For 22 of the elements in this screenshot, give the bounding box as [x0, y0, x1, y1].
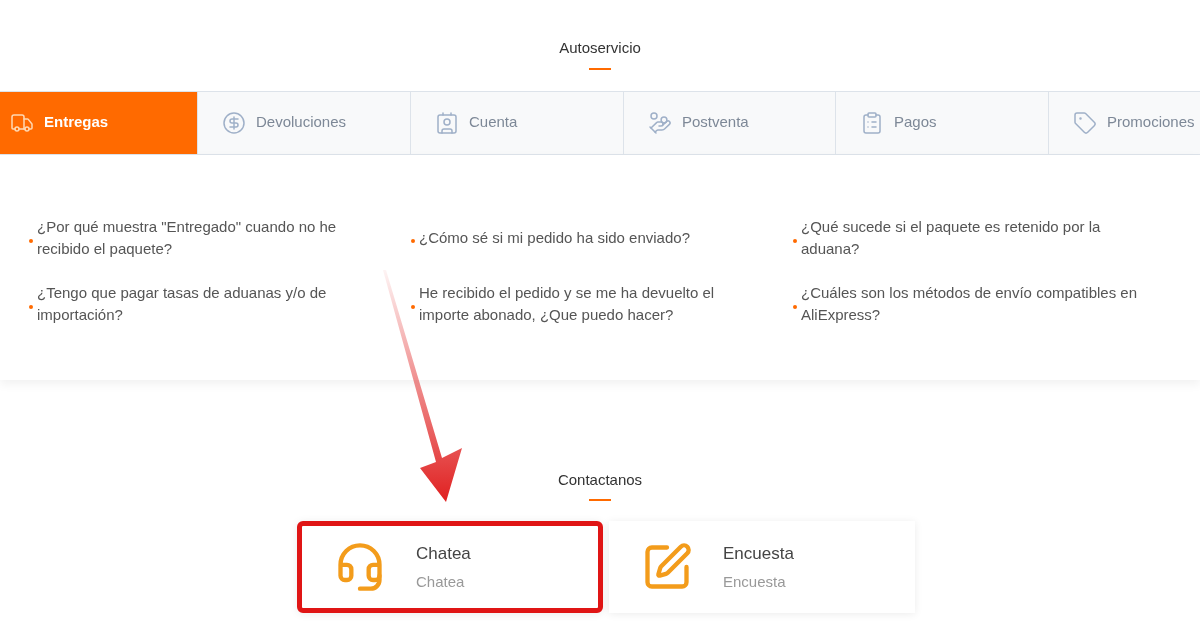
faq-link[interactable]: He recibido el pedido y se me ha devuelto el importe abonado, ¿Que puedo hacer? — [419, 281, 761, 326]
section-title: Autoservicio — [559, 38, 641, 58]
contact-card[interactable]: Encuesta Encuesta — [609, 521, 915, 613]
tag-icon — [1073, 110, 1097, 135]
card-subtitle: Chatea — [416, 571, 466, 592]
card-subtitle: Encuesta — [723, 571, 787, 592]
faq-link[interactable]: ¿Qué sucede si el paquete es retenido por la aduana? — [801, 215, 1143, 260]
faq-link[interactable]: ¿Tengo que pagar tasas de aduanas y/o de importación? — [37, 281, 379, 326]
faq-link[interactable]: ¿Cuáles son los métodos de envío compatibles en AliExpress? — [801, 281, 1143, 326]
clipboard-icon — [860, 110, 884, 135]
id-card-icon — [435, 110, 459, 135]
faq-link[interactable]: ¿Por qué muestra "Entregado" cuando no he recibido el paquete? — [37, 215, 379, 260]
category-tab[interactable]: Devoluciones — [197, 91, 410, 154]
section-title: Contactanos — [557, 469, 643, 490]
category-tab[interactable]: Pagos — [835, 91, 1048, 154]
dollar-coin-icon — [222, 110, 246, 135]
card-title: Encuesta — [723, 543, 794, 565]
faq-link[interactable]: ¿Cómo sé si mi pedido ha sido enviado? — [419, 226, 690, 249]
card-title: Chatea — [416, 543, 471, 565]
contact-card[interactable]: Chatea Chatea — [297, 521, 603, 613]
hand-coins-icon — [648, 110, 672, 135]
category-tab[interactable]: Promociones — [1048, 91, 1200, 154]
